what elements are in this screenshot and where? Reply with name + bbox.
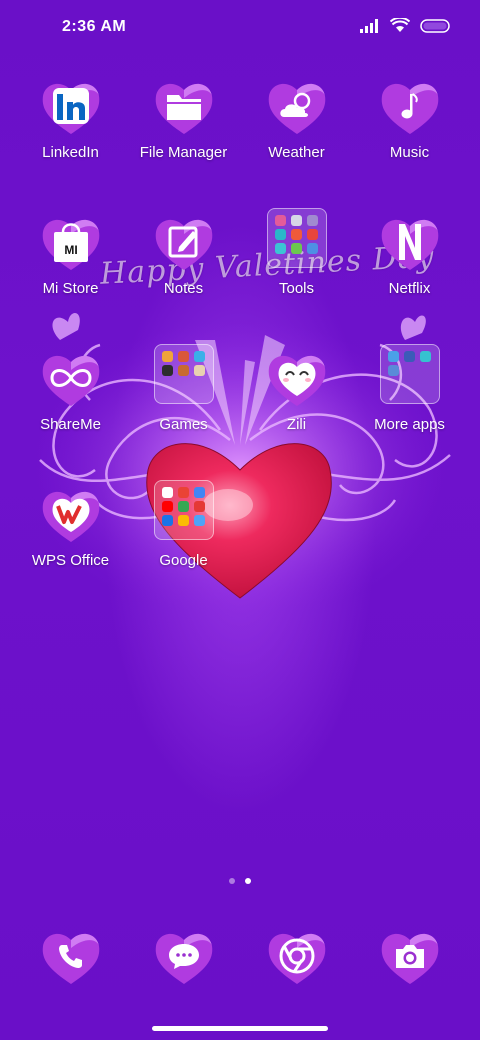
mini-app-icon: [161, 487, 173, 498]
app-label: More apps: [374, 416, 445, 433]
folder-more-apps-icon: [379, 344, 440, 404]
app-file-manager[interactable]: File Manager: [127, 76, 240, 161]
dock-camera[interactable]: [379, 926, 441, 986]
folder-games-icon: [153, 344, 214, 404]
mini-app-icon: [177, 487, 189, 498]
app-label: Mi Store: [42, 280, 99, 297]
app-folder-tools[interactable]: Tools: [240, 208, 353, 297]
shareme-infinity-icon: [40, 348, 102, 408]
mini-app-icon: [161, 515, 173, 526]
zili-face-icon: [266, 348, 328, 408]
mini-app-icon: [177, 351, 189, 362]
music-note-icon: [379, 76, 441, 136]
app-label: Tools: [278, 280, 315, 297]
folder-google-icon: [153, 480, 214, 540]
app-label: Netflix: [388, 280, 431, 297]
app-label: WPS Office: [31, 552, 110, 569]
mini-app-icon: [161, 351, 173, 362]
app-label: Weather: [268, 144, 325, 161]
status-icons: [360, 18, 452, 33]
app-wps-office[interactable]: WPS Office: [14, 484, 127, 569]
page-dot-active: [245, 878, 251, 884]
app-label: LinkedIn: [42, 144, 99, 161]
mini-app-icon: [274, 243, 286, 254]
app-notes[interactable]: Notes: [127, 212, 240, 297]
mi-store-logo: MI: [64, 243, 77, 257]
signal-icon: [360, 18, 378, 33]
app-label: Google: [159, 552, 208, 569]
page-dot: [229, 878, 235, 884]
app-mi-store[interactable]: MI Mi Store: [14, 212, 127, 297]
mini-app-icon: [177, 501, 189, 512]
mini-app-icon: [194, 365, 206, 376]
app-weather[interactable]: Weather: [240, 76, 353, 161]
chrome-icon: [266, 926, 328, 986]
mini-app-icon: [307, 243, 319, 254]
mini-app-icon: [403, 351, 415, 362]
app-linkedin[interactable]: LinkedIn: [14, 76, 127, 161]
linkedin-icon: [40, 76, 102, 136]
messages-icon: [153, 926, 215, 986]
mini-app-icon: [194, 515, 206, 526]
app-label: Music: [389, 144, 430, 161]
wps-office-icon: [40, 484, 102, 544]
app-folder-google[interactable]: Google: [127, 480, 240, 569]
mini-app-icon: [387, 365, 399, 376]
mini-app-icon: [290, 215, 302, 226]
camera-icon: [379, 926, 441, 986]
app-label: Zili: [286, 416, 307, 433]
mini-app-icon: [177, 515, 189, 526]
mini-app-icon: [274, 229, 286, 240]
mini-app-icon: [194, 487, 206, 498]
folder-tools-icon: [266, 208, 327, 268]
app-folder-games[interactable]: Games: [127, 344, 240, 433]
app-label: Games: [159, 416, 208, 433]
app-shareme[interactable]: ShareMe: [14, 348, 127, 433]
dock-phone[interactable]: [40, 926, 102, 986]
status-time: 2:36 AM: [62, 18, 127, 35]
app-zili[interactable]: Zili: [240, 348, 353, 433]
app-label: ShareMe: [40, 416, 101, 433]
weather-icon: [266, 76, 328, 136]
mini-app-icon: [194, 501, 206, 512]
folder-icon: [153, 76, 215, 136]
mi-store-bag-icon: MI: [40, 212, 102, 272]
mini-app-icon: [194, 351, 206, 362]
mini-app-icon: [290, 229, 302, 240]
mini-app-icon: [307, 215, 319, 226]
home-indicator[interactable]: [152, 1026, 328, 1031]
app-label: Notes: [163, 280, 204, 297]
app-label: File Manager: [139, 144, 228, 161]
mini-app-icon: [161, 365, 173, 376]
battery-icon: [420, 18, 450, 33]
mini-app-icon: [274, 215, 286, 226]
mini-app-icon: [290, 243, 302, 254]
mini-app-icon: [307, 229, 319, 240]
mini-app-icon: [177, 365, 189, 376]
dock-messages[interactable]: [153, 926, 215, 986]
netflix-icon: [379, 212, 441, 272]
page-indicator: [0, 878, 480, 884]
app-music[interactable]: Music: [353, 76, 466, 161]
app-folder-more-apps[interactable]: More apps: [353, 344, 466, 433]
wifi-icon: [390, 18, 410, 32]
mini-app-icon: [387, 351, 399, 362]
dock-chrome[interactable]: [266, 926, 328, 986]
mini-app-icon: [420, 351, 432, 362]
phone-icon: [40, 926, 102, 986]
app-netflix[interactable]: Netflix: [353, 212, 466, 297]
status-bar: 2:36 AM: [0, 0, 480, 56]
mini-app-icon: [161, 501, 173, 512]
notes-pen-icon: [153, 212, 215, 272]
